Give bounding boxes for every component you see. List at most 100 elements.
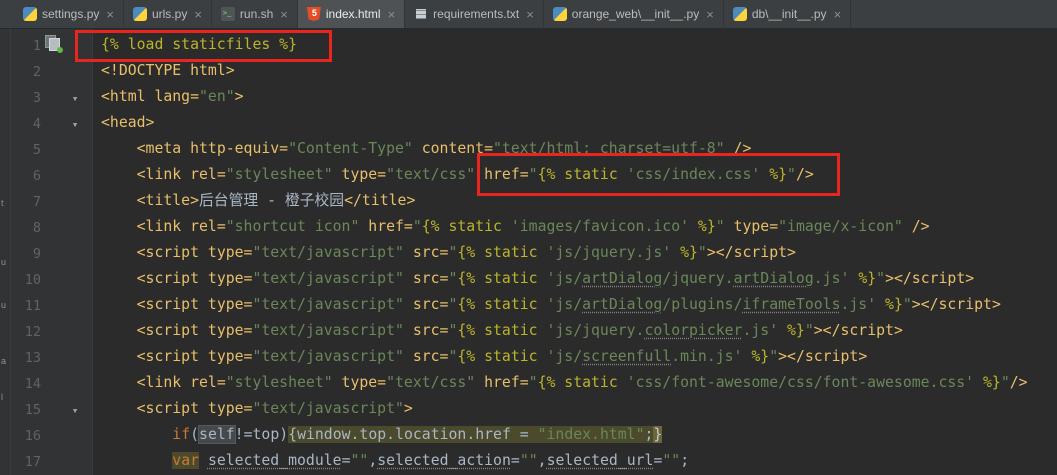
code-line-4[interactable]: <head> bbox=[101, 110, 1057, 136]
code-segment: "image/x-icon" bbox=[778, 218, 903, 235]
code-segment: %} bbox=[849, 270, 876, 287]
code-segment: /> bbox=[903, 218, 930, 235]
line-number[interactable]: 16 bbox=[11, 423, 41, 449]
code-segment: " bbox=[876, 270, 885, 287]
tool-window-label-fragment: a bbox=[1, 356, 6, 366]
code-line-2[interactable]: <!DOCTYPE html> bbox=[101, 58, 1057, 84]
gutter-line: 15 bbox=[11, 396, 92, 422]
tool-window-strip: tuual bbox=[0, 29, 11, 475]
gutter-line: 7 bbox=[11, 188, 92, 214]
code-line-3[interactable]: <html lang="en"> bbox=[101, 84, 1057, 110]
gutter-line: 12 bbox=[11, 318, 92, 344]
line-number[interactable]: 5 bbox=[11, 137, 41, 163]
tab-urls.py[interactable]: urls.py × bbox=[124, 0, 212, 28]
line-number[interactable]: 7 bbox=[11, 189, 41, 215]
tab-run.sh[interactable]: run.sh× bbox=[212, 0, 298, 28]
line-number[interactable]: 2 bbox=[11, 59, 41, 85]
close-icon[interactable]: × bbox=[388, 8, 396, 21]
tab-label: urls.py bbox=[152, 7, 187, 21]
line-number[interactable]: 15 bbox=[11, 397, 41, 423]
code-segment: href= bbox=[359, 218, 412, 235]
code-line-14[interactable]: <link rel="stylesheet" type="text/css" h… bbox=[101, 370, 1057, 396]
code-line-10[interactable]: <script type="text/javascript" src="{% s… bbox=[101, 266, 1057, 292]
line-number[interactable]: 6 bbox=[11, 163, 41, 189]
code-segment: <script bbox=[101, 244, 208, 261]
code-line-17[interactable]: var selected_module="",selected_action="… bbox=[101, 448, 1057, 474]
code-segment: ( bbox=[190, 426, 199, 443]
python-file-icon bbox=[733, 7, 747, 21]
code-line-7[interactable]: <title>后台管理 - 橙子校园</title> bbox=[101, 188, 1057, 214]
line-number[interactable]: 9 bbox=[11, 241, 41, 267]
code-line-6[interactable]: <link rel="stylesheet" type="text/css" h… bbox=[101, 162, 1057, 188]
close-icon[interactable]: × bbox=[106, 8, 114, 21]
gutter-line: 11 bbox=[11, 292, 92, 318]
code-segment: 'js/jquery.js' bbox=[546, 244, 671, 261]
code-segment: " bbox=[698, 244, 707, 261]
code-line-8[interactable]: <link rel="shortcut icon" href="{% stati… bbox=[101, 214, 1057, 240]
code-line-16[interactable]: if(self!=top){window.top.location.href =… bbox=[101, 422, 1057, 448]
code-segment: selected_action bbox=[377, 452, 511, 469]
code-line-9[interactable]: <script type="text/javascript" src="{% s… bbox=[101, 240, 1057, 266]
ide-window: settings.py×urls.py×run.sh×index.html×re… bbox=[0, 0, 1057, 475]
close-icon[interactable]: × bbox=[706, 8, 714, 21]
tab-requirements.txt[interactable]: requirements.txt× bbox=[405, 0, 544, 28]
line-number[interactable]: 10 bbox=[11, 267, 41, 293]
code-segment: "text/javascript" bbox=[252, 244, 403, 261]
code-segment: "text/css" bbox=[386, 166, 475, 183]
tab-label: db\__init__.py bbox=[752, 7, 827, 21]
code-segment: ></script> bbox=[912, 296, 1001, 313]
fold-icon[interactable] bbox=[67, 84, 83, 112]
code-segment: ; bbox=[680, 452, 689, 469]
code-line-13[interactable]: <script type="text/javascript" src="{% s… bbox=[101, 344, 1057, 370]
code-line-5[interactable]: <meta http-equiv="Content-Type" content=… bbox=[101, 136, 1057, 162]
code-line-12[interactable]: <script type="text/javascript" src="{% s… bbox=[101, 318, 1057, 344]
line-number[interactable]: 14 bbox=[11, 371, 41, 397]
code-segment: {% load staticfiles %} bbox=[101, 36, 297, 53]
editor-tabs: settings.py×urls.py×run.sh×index.html×re… bbox=[0, 0, 1057, 29]
line-number[interactable]: 13 bbox=[11, 345, 41, 371]
code-segment: type= bbox=[208, 244, 253, 261]
text-file-icon bbox=[414, 7, 428, 21]
tool-window-label-fragment: t bbox=[1, 198, 4, 208]
code-segment: <script bbox=[101, 322, 208, 339]
tab-index.html[interactable]: index.html × bbox=[298, 0, 405, 28]
fold-icon[interactable] bbox=[67, 110, 83, 138]
code-segment: .js' bbox=[840, 296, 876, 313]
tab-db-init-.py[interactable]: db\__init__.py × bbox=[724, 0, 851, 28]
code-segment: > bbox=[404, 400, 413, 417]
tool-window-label-fragment: l bbox=[1, 392, 3, 402]
code-segment: 'css/font-awesome/css/font-awesome.css' bbox=[627, 374, 974, 391]
line-number[interactable]: 3 bbox=[11, 85, 41, 111]
tab-label: index.html bbox=[326, 7, 381, 21]
code-segment: {% static bbox=[457, 296, 546, 313]
code-segment: , bbox=[368, 452, 377, 469]
code-segment: 'css/index.css' bbox=[627, 166, 761, 183]
code-line-11[interactable]: <script type="text/javascript" src="{% s… bbox=[101, 292, 1057, 318]
gutter-line: 17 bbox=[11, 448, 92, 474]
line-number[interactable]: 4 bbox=[11, 111, 41, 137]
code-segment: src= bbox=[404, 296, 449, 313]
close-icon[interactable]: × bbox=[526, 8, 534, 21]
fold-icon[interactable] bbox=[67, 396, 83, 424]
gutter-file-icon[interactable] bbox=[45, 35, 62, 52]
line-number[interactable]: 1 bbox=[11, 33, 41, 59]
code-segment: "stylesheet" bbox=[226, 374, 333, 391]
code-segment: var bbox=[172, 452, 199, 469]
code-segment: " bbox=[1001, 374, 1010, 391]
code-line-15[interactable]: <script type="text/javascript"> bbox=[101, 396, 1057, 422]
code-line-1[interactable]: {% load staticfiles %} bbox=[101, 32, 1057, 58]
close-icon[interactable]: × bbox=[280, 8, 288, 21]
code-segment: artDialog bbox=[582, 270, 662, 287]
close-icon[interactable]: × bbox=[834, 8, 842, 21]
line-number[interactable]: 11 bbox=[11, 293, 41, 319]
code-segment: href= bbox=[475, 166, 528, 183]
line-number[interactable]: 8 bbox=[11, 215, 41, 241]
line-number[interactable]: 12 bbox=[11, 319, 41, 345]
code-area[interactable]: {% load staticfiles %} <!DOCTYPE html><ht… bbox=[93, 29, 1057, 475]
tab-settings.py[interactable]: settings.py× bbox=[14, 0, 124, 28]
line-number[interactable]: 17 bbox=[11, 449, 41, 475]
code-segment: %} bbox=[876, 296, 903, 313]
close-icon[interactable]: × bbox=[194, 8, 202, 21]
code-segment: = bbox=[342, 452, 351, 469]
tab-orange-web-init-.py[interactable]: orange_web\__init__.py× bbox=[544, 0, 724, 28]
